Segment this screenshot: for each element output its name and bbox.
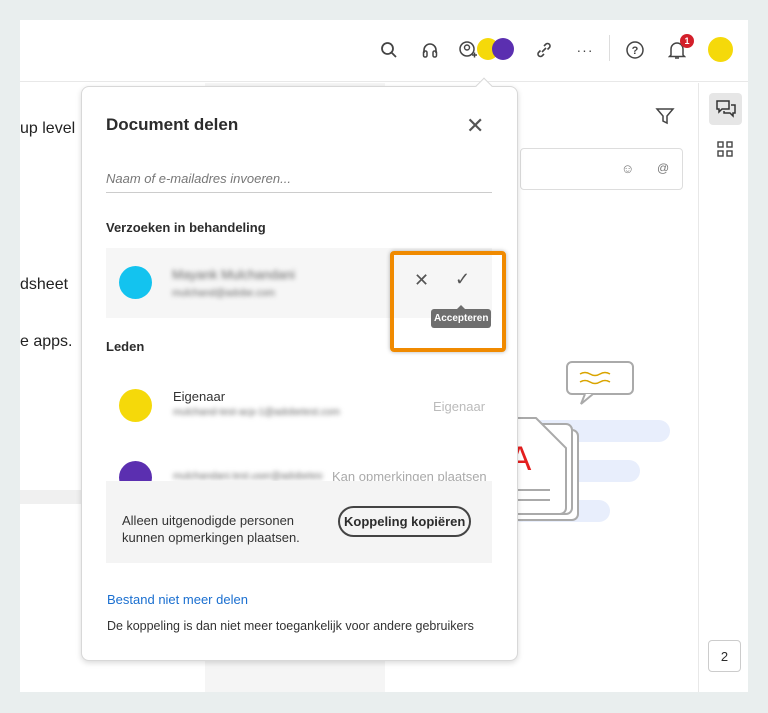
- grid-icon[interactable]: [717, 141, 733, 162]
- document-text: up level: [20, 120, 76, 137]
- document-text: dsheet: [20, 276, 69, 293]
- pending-heading: Verzoeken in behandeling: [106, 220, 266, 235]
- stop-sharing-link[interactable]: Bestand niet meer delen: [107, 592, 248, 607]
- info-text: Alleen uitgenodigde personen kunnen opme…: [122, 512, 300, 546]
- mention-icon[interactable]: @: [657, 161, 669, 175]
- invite-input[interactable]: [106, 165, 492, 193]
- toolbar-divider: [609, 35, 610, 61]
- close-icon[interactable]: ✕: [466, 113, 484, 139]
- comments-icon[interactable]: [709, 93, 742, 125]
- member-avatar: [119, 389, 152, 422]
- collaborator-avatar[interactable]: [492, 38, 514, 60]
- share-dialog: Document delen ✕ Verzoeken in behandelin…: [81, 77, 518, 661]
- member-name: Eigenaar: [173, 389, 226, 404]
- member-email: mulchand-test-acp-1@adobetest.com: [173, 407, 340, 418]
- requester-name: Mayank Mulchandani: [172, 267, 295, 282]
- right-rail: 2 2: [698, 83, 748, 692]
- page-number-input[interactable]: 2: [708, 640, 741, 672]
- filter-icon[interactable]: [655, 106, 675, 131]
- member-role: Eigenaar: [433, 399, 486, 414]
- accept-tooltip: Accepteren: [431, 305, 492, 328]
- user-avatar[interactable]: [708, 37, 733, 62]
- help-icon[interactable]: ?: [623, 38, 647, 62]
- emoji-icon[interactable]: ☺: [621, 161, 634, 176]
- headphones-icon[interactable]: [418, 38, 442, 62]
- members-heading: Leden: [106, 339, 145, 354]
- svg-text:?: ?: [632, 45, 639, 57]
- document-text: e apps.: [20, 333, 73, 350]
- highlight-box: [390, 251, 506, 352]
- info-text-line: kunnen opmerkingen plaatsen.: [122, 530, 300, 545]
- notification-badge: 1: [680, 34, 694, 48]
- copy-link-button[interactable]: Koppeling kopiëren: [338, 506, 472, 537]
- comment-input[interactable]: ☺ @: [520, 148, 683, 190]
- top-toolbar: ··· ? 1: [20, 20, 748, 82]
- dialog-title: Document delen: [106, 115, 239, 134]
- link-icon[interactable]: [532, 38, 556, 62]
- link-info-box: Alleen uitgenodigde personen kunnen opme…: [106, 481, 492, 563]
- more-icon[interactable]: ···: [573, 38, 597, 62]
- page-count: 2: [720, 689, 727, 692]
- requester-avatar: [119, 266, 152, 299]
- stop-sharing-note: De koppeling is dan niet meer toegankeli…: [107, 619, 474, 633]
- info-text-line: Alleen uitgenodigde personen: [122, 513, 295, 528]
- search-icon[interactable]: [377, 38, 401, 62]
- requester-email: mulchand@adobe.com: [172, 288, 275, 299]
